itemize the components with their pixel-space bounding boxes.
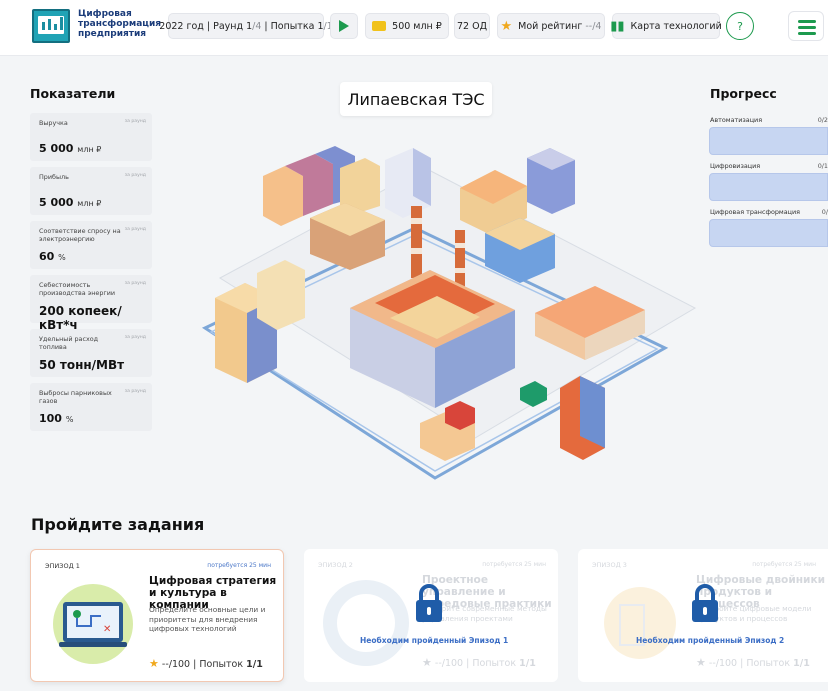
lock-message: Необходим пройденный Эпизод 2 <box>636 636 785 645</box>
progress-bar-transformation <box>709 219 828 247</box>
progress-bar-automation <box>709 127 828 155</box>
map-icon: ▮▮ <box>610 18 625 34</box>
round-info: 2022 год | Раунд 1/4 | Попытка 1/1 <box>159 13 333 39</box>
metric-cost: Себестоимость производства энергии за ра… <box>30 275 152 332</box>
hamburger-icon <box>798 20 816 23</box>
star-icon: ★ <box>500 18 513 34</box>
logo-text: Цифровая трансформация предприятия <box>78 9 162 39</box>
star-icon: ★ <box>422 656 432 669</box>
episode-2-score: ★ --/100 | Попыток 1/1 <box>422 656 536 669</box>
digital-twin-illustration-icon <box>604 587 676 659</box>
play-icon <box>339 20 349 32</box>
metric-profit: Прибыль за раунд 5 000 млн ₽ <box>30 167 152 215</box>
episode-card-2: эпизод 2 потребуется 25 мин Проектное уп… <box>304 549 558 682</box>
progress-label-automation: Автоматизация 0/2 <box>710 116 828 124</box>
project-illustration-icon <box>323 580 409 666</box>
indicators-title: Показатели <box>30 86 116 101</box>
logo[interactable]: Цифровая трансформация предприятия <box>30 6 180 46</box>
play-button[interactable] <box>330 13 358 39</box>
building-blue <box>527 148 575 214</box>
building-bottom-left <box>420 401 475 461</box>
menu-button[interactable] <box>788 11 824 41</box>
progress-title: Прогресс <box>710 86 777 101</box>
tasks-title: Пройдите задания <box>31 515 205 534</box>
strategy-illustration-icon: ✕ <box>53 584 133 664</box>
progress-label-digitalization: Цифровизация 0/1 <box>710 162 828 170</box>
metric-revenue: Выручка за раунд 5 000 млн ₽ <box>30 113 152 161</box>
lock-icon <box>692 584 718 622</box>
plant-title: Липаевская ТЭС <box>340 82 492 116</box>
budget-badge: 500 млн ₽ <box>365 13 449 39</box>
logo-icon <box>32 9 70 43</box>
od-badge: 72 ОД <box>454 13 490 39</box>
episode-card-3: эпизод 3 потребуется 25 мин Цифровые дво… <box>578 549 828 682</box>
rating-button[interactable]: ★ Мой рейтинг --/4 <box>497 13 605 39</box>
help-button[interactable]: ? <box>726 12 754 40</box>
episode-1-score: ★ --/100 | Попыток 1/1 <box>149 657 263 670</box>
metric-emissions: Выбросы парниковых газов за раунд 100 % <box>30 383 152 431</box>
building-office <box>385 148 431 218</box>
metric-fuel: Удельный расход топлива за раунд 50 тонн… <box>30 329 152 377</box>
metric-demand: Соответствие спросу на электроэнергию за… <box>30 221 152 269</box>
star-icon: ★ <box>149 657 159 670</box>
plant-illustration <box>201 146 697 480</box>
coin-icon <box>372 21 387 31</box>
progress-bar-digitalization <box>709 173 828 201</box>
lock-icon <box>416 584 442 622</box>
episode-card-1[interactable]: эпизод 1 потребуется 25 мин ✕ Цифровая с… <box>30 549 284 682</box>
top-bar: Цифровая трансформация предприятия 2022 … <box>0 0 828 56</box>
tech-map-button[interactable]: ▮▮ Карта технологий <box>610 13 722 39</box>
progress-label-transformation: Цифровая трансформация 0/ <box>710 208 828 216</box>
lock-message: Необходим пройденный Эпизод 1 <box>360 636 509 645</box>
star-icon: ★ <box>696 656 706 669</box>
svg-text:✕: ✕ <box>103 624 111 635</box>
episode-3-score: ★ --/100 | Попыток 1/1 <box>696 656 810 669</box>
